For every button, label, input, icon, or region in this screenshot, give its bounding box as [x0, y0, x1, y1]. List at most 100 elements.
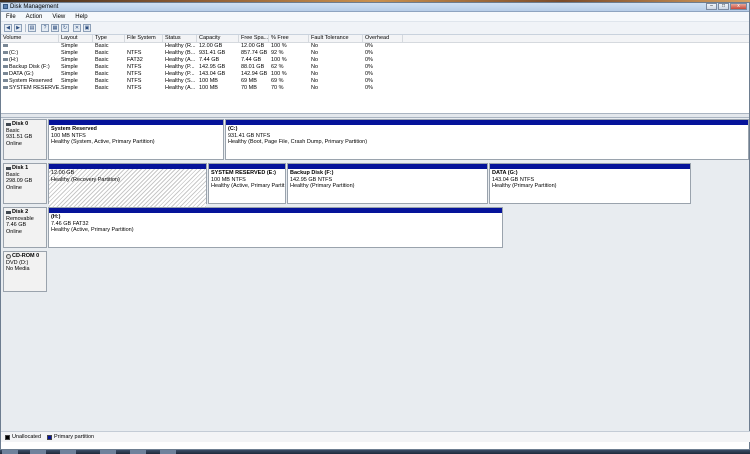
cell-capacity: 7.44 GB	[197, 57, 241, 64]
col-overhead[interactable]: Overhead	[363, 35, 403, 42]
cell-overhead-text: 0%	[365, 64, 373, 70]
cell-layout: Simple	[59, 43, 95, 50]
partition-name: SYSTEM RESERVED (E:)	[211, 170, 276, 176]
menu-file[interactable]: File	[1, 14, 21, 20]
partition-recovery[interactable]: 12.00 GB Healthy (Recovery Partition)	[48, 163, 207, 210]
col-fault-tolerance[interactable]: Fault Tolerance	[309, 35, 363, 42]
taskbar-button[interactable]	[30, 450, 46, 454]
col-volume[interactable]: Volume	[1, 35, 59, 42]
table-row[interactable]: (H:) Simple Basic FAT32 Healthy (A... 7.44 GB…	[1, 57, 749, 64]
table-row[interactable]: Backup Disk (F:) Simple Basic NTFS Healthy (…	[1, 64, 749, 71]
cell-layout-text: Simple	[61, 50, 78, 56]
volume-drive-icon	[3, 65, 8, 69]
menu-view[interactable]: View	[47, 14, 70, 20]
cell-capacity: 100 MB	[197, 78, 241, 85]
partition-c[interactable]: (C:) 931.41 GB NTFS Healthy (Boot, Page …	[225, 119, 749, 160]
partition-e[interactable]: SYSTEM RESERVED (E:) 100 MB NTFS Healthy…	[208, 163, 286, 204]
col-file-system[interactable]: File System	[125, 35, 163, 42]
cell-layout: Simple	[59, 71, 95, 78]
menu-help[interactable]: Help	[70, 14, 92, 20]
partition-h[interactable]: (H:) 7.46 GB FAT32 Healthy (Active, Prim…	[48, 207, 503, 248]
disk-0-label[interactable]: Disk 0 Basic 931.51 GB Online	[3, 119, 47, 160]
col-layout[interactable]: Layout	[59, 35, 93, 42]
col-free-space[interactable]: Free Spa...	[239, 35, 269, 42]
col-capacity[interactable]: Capacity	[197, 35, 239, 42]
cell-percent-free-text: 69 %	[271, 78, 284, 84]
cell-file-system-text: FAT32	[127, 57, 143, 63]
help-book-icon[interactable]: ▣	[83, 24, 91, 32]
disk-row-0: Disk 0 Basic 931.51 GB Online System Res…	[1, 119, 749, 161]
disk-status: Online	[6, 140, 22, 147]
help-icon[interactable]: ?	[41, 24, 49, 32]
taskbar-button[interactable]	[60, 450, 76, 454]
taskbar-button[interactable]	[160, 450, 176, 454]
cell-type-text: Basic	[95, 43, 109, 49]
disk-1-label[interactable]: Disk 1 Basic 298.09 GB Online	[3, 163, 47, 204]
cell-fault-tolerance-text: No	[311, 43, 319, 49]
cell-type-text: Basic	[95, 50, 109, 56]
cell-capacity: 12.00 GB	[197, 43, 241, 50]
partition-health: Healthy (Primary Partition)	[492, 183, 557, 189]
cdrom-0-label[interactable]: CD-ROM 0 DVD (D:) No Media	[3, 251, 47, 292]
col-type[interactable]: Type	[93, 35, 125, 42]
disk-row-2: Disk 2 Removable 7.46 GB Online (H:) 7.4…	[1, 207, 749, 249]
taskbar-button[interactable]	[130, 450, 146, 454]
cell-percent-free-text: 100 %	[271, 71, 287, 77]
volume-drive-icon	[3, 44, 8, 48]
forward-arrow-icon[interactable]: ▶	[14, 24, 22, 32]
cell-status-text: Healthy (A...	[165, 57, 196, 63]
cell-file-system: NTFS	[125, 71, 165, 78]
cell-volume-text: DATA (G:)	[9, 71, 34, 77]
minimize-button[interactable]: –	[706, 3, 717, 10]
start-button[interactable]	[2, 450, 18, 454]
cell-fault-tolerance: No	[309, 85, 365, 92]
console-tree-icon[interactable]: ▤	[28, 24, 36, 32]
cell-percent-free: 92 %	[269, 50, 311, 57]
title-bar[interactable]: Disk Management – □ x	[1, 3, 749, 12]
table-row[interactable]: SYSTEM RESERVE... Simple Basic NTFS Healthy …	[1, 85, 749, 92]
cell-overhead: 0%	[363, 64, 405, 71]
delete-icon[interactable]: ✕	[73, 24, 81, 32]
cell-file-system: NTFS	[125, 78, 165, 85]
properties-icon[interactable]: ▦	[51, 24, 59, 32]
cell-free-space-text: 857.74 GB	[241, 50, 268, 56]
cell-overhead-text: 0%	[365, 71, 373, 77]
cell-overhead-text: 0%	[365, 57, 373, 63]
table-row[interactable]: System Reserved Simple Basic NTFS Healthy (S…	[1, 78, 749, 85]
col-status[interactable]: Status	[163, 35, 197, 42]
close-button[interactable]: x	[730, 3, 747, 10]
hard-disk-icon	[6, 122, 11, 126]
col-percent-free[interactable]: % Free	[269, 35, 309, 42]
refresh-icon[interactable]: ↻	[61, 24, 69, 32]
volume-drive-icon	[3, 72, 8, 76]
maximize-button[interactable]: □	[718, 3, 729, 10]
partition-health: Healthy (System, Active, Primary Partiti…	[51, 139, 155, 145]
partition-f[interactable]: Backup Disk (F:) 142.95 GB NTFS Healthy …	[287, 163, 488, 204]
partition-g[interactable]: DATA (G:) 143.04 GB NTFS Healthy (Primar…	[489, 163, 691, 204]
cell-overhead: 0%	[363, 50, 405, 57]
legend: Unallocated Primary partition	[1, 431, 750, 442]
cell-layout: Simple	[59, 85, 95, 92]
cell-fault-tolerance: No	[309, 43, 365, 50]
cell-file-system-text: NTFS	[127, 71, 142, 77]
cell-percent-free: 69 %	[269, 78, 311, 85]
menu-action[interactable]: Action	[21, 14, 48, 20]
cell-volume-text: SYSTEM RESERVE...	[9, 85, 61, 91]
table-row[interactable]: (C:) Simple Basic NTFS Healthy (B... 931.41 G…	[1, 50, 749, 57]
legend-primary: Primary partition	[47, 434, 94, 440]
cell-capacity-text: 7.44 GB	[199, 57, 220, 63]
legend-label: Primary partition	[54, 434, 95, 440]
table-row[interactable]: Simple Basic Healthy (R... 12.00 GB 12.00 GB…	[1, 43, 749, 50]
cell-status: Healthy (P...	[163, 64, 199, 71]
taskbar-button[interactable]	[100, 450, 116, 454]
table-row[interactable]: DATA (G:) Simple Basic NTFS Healthy (P... 143…	[1, 71, 749, 78]
cell-free-space: 142.94 GB	[239, 71, 271, 78]
cell-volume	[1, 43, 61, 50]
disk-2-label[interactable]: Disk 2 Removable 7.46 GB Online	[3, 207, 47, 248]
back-arrow-icon[interactable]: ◀	[4, 24, 12, 32]
cell-percent-free: 100 %	[269, 57, 311, 64]
cell-free-space: 69 MB	[239, 78, 271, 85]
partition-system-reserved[interactable]: System Reserved 100 MB NTFS Healthy (Sys…	[48, 119, 224, 160]
cell-type: Basic	[93, 78, 127, 85]
cell-file-system-text: NTFS	[127, 85, 142, 91]
